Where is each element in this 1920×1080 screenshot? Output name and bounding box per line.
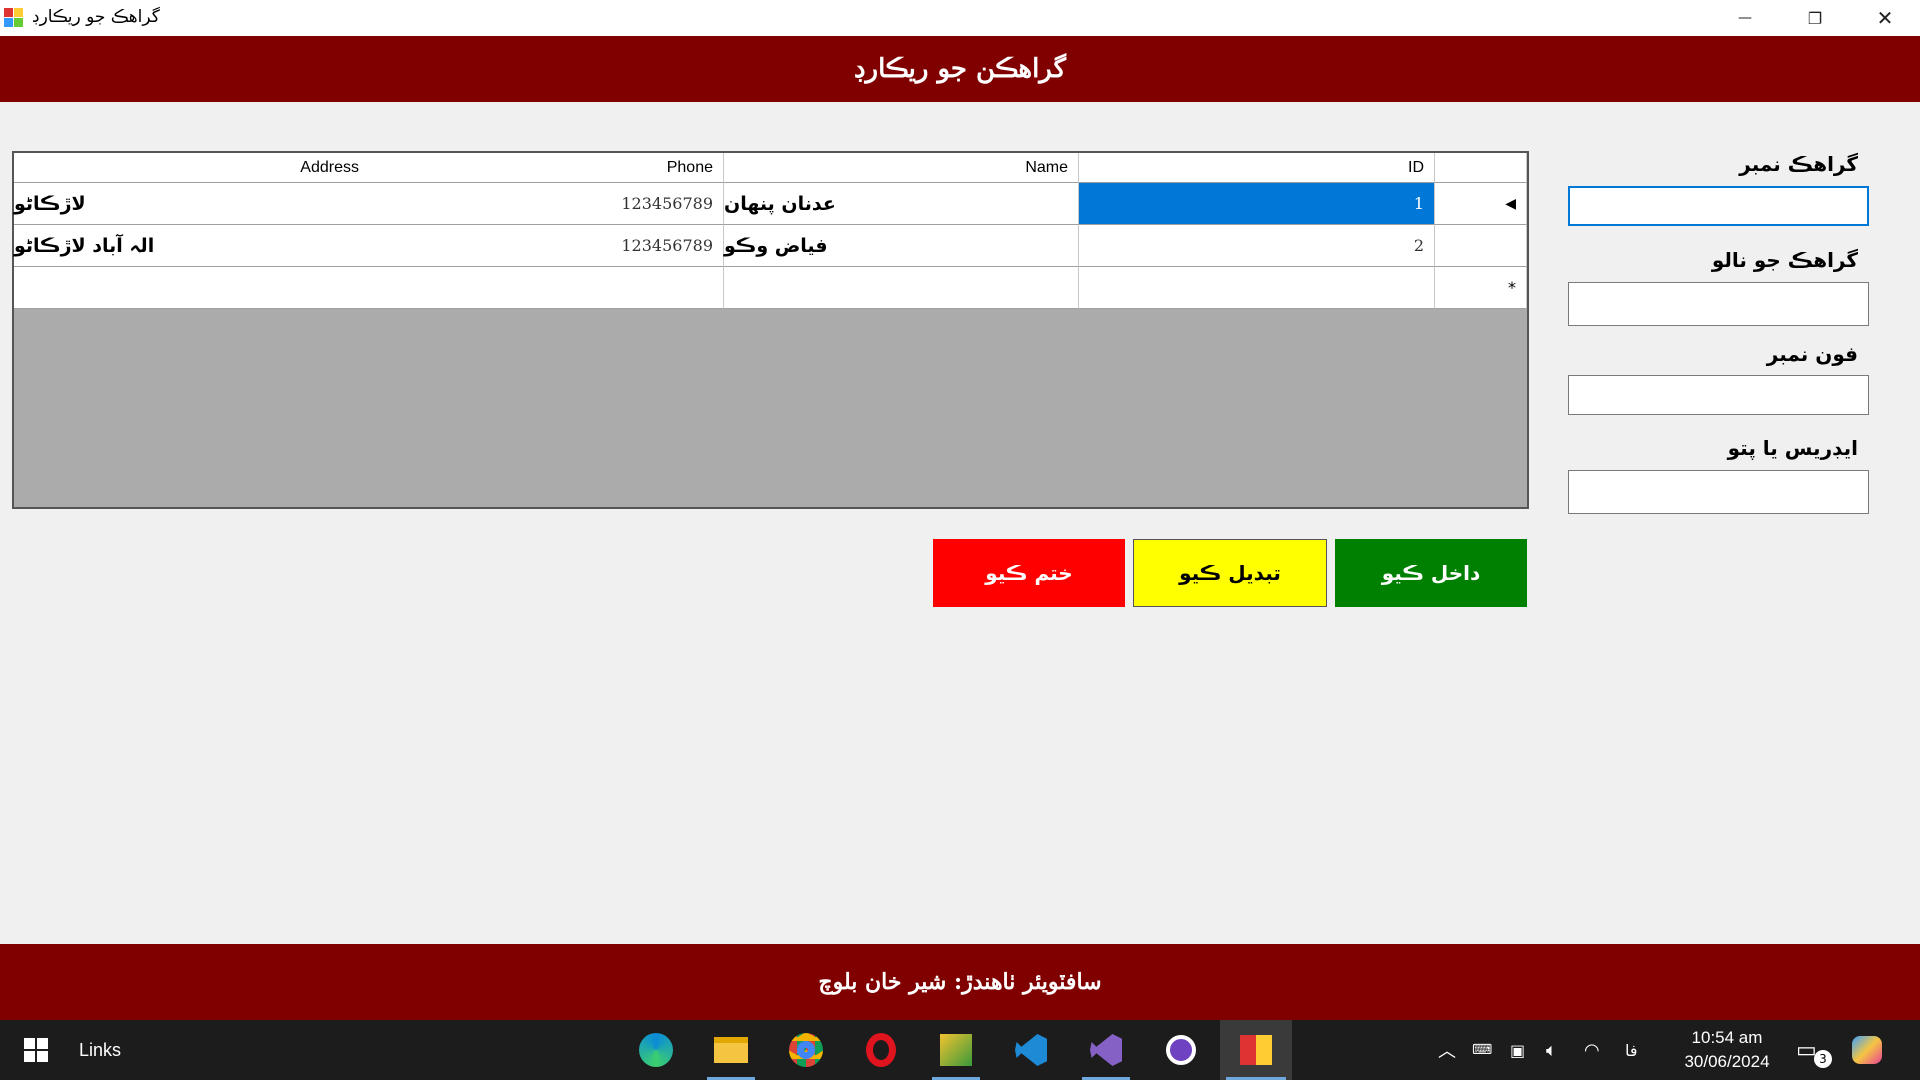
- header-banner: گراهڪن جو ريڪارڊ: [0, 36, 1920, 102]
- column-header-name[interactable]: Name: [724, 153, 1079, 183]
- file-explorer-button[interactable]: [701, 1020, 761, 1080]
- delete-button[interactable]: ختم ڪيو: [933, 539, 1125, 607]
- address-label: ايڊريس يا پتو: [1727, 436, 1858, 460]
- row-header[interactable]: ◀: [1435, 183, 1527, 225]
- visual-studio-button[interactable]: [1076, 1020, 1136, 1080]
- camera-icon: ▣: [1510, 1040, 1526, 1060]
- phone-field[interactable]: [1568, 375, 1869, 415]
- row-header[interactable]: *: [1435, 267, 1527, 309]
- cell-name[interactable]: عدنان پنهان: [724, 183, 1079, 225]
- show-hidden-icons[interactable]: ︿: [1438, 1020, 1464, 1080]
- table-row[interactable]: ◀ 1 عدنان پنهان 123456789 لاڙڪاڻو: [14, 183, 1527, 225]
- customer-number-label: گراهڪ نمبر: [1739, 152, 1858, 176]
- cell-address[interactable]: لاڙڪاڻو: [14, 183, 369, 225]
- customer-name-field[interactable]: [1568, 282, 1869, 326]
- language-indicator[interactable]: فا: [1625, 1020, 1655, 1080]
- minimize-icon: —: [1738, 10, 1752, 26]
- current-row-indicator-icon: ◀: [1505, 195, 1516, 212]
- cell-phone[interactable]: 123456789: [369, 183, 724, 225]
- speaker-icon: 🔈︎: [1546, 1039, 1557, 1061]
- opera-button[interactable]: [851, 1020, 911, 1080]
- github-desktop-button[interactable]: [1151, 1020, 1211, 1080]
- notification-count: 3: [1814, 1050, 1832, 1068]
- footer-credit: سافٽويئر ٺاهندڙ: شير خان بلوچ: [818, 969, 1102, 995]
- table-row[interactable]: 2 فياض وڪو 123456789 الہ آباد لاڙڪاڻو: [14, 225, 1527, 267]
- keyboard-icon: ⌨: [1472, 1042, 1493, 1058]
- cell-id[interactable]: [1079, 267, 1435, 309]
- clock-time: 10:54 am: [1691, 1028, 1763, 1047]
- minimize-button[interactable]: —: [1710, 0, 1780, 36]
- cell-id[interactable]: 2: [1079, 225, 1435, 267]
- app-icon: [4, 8, 24, 28]
- file-explorer-icon: [714, 1037, 748, 1063]
- customer-number-field[interactable]: [1568, 186, 1869, 226]
- notifications-button[interactable]: ▭ 3: [1796, 1020, 1836, 1080]
- meet-now[interactable]: ▣: [1510, 1020, 1536, 1080]
- sql-icon: [940, 1034, 972, 1066]
- copilot-button[interactable]: [1852, 1020, 1892, 1080]
- cell-phone[interactable]: 123456789: [369, 225, 724, 267]
- grid-header-row: ID Name Phone Address: [14, 153, 1527, 183]
- wifi-icon: ◠: [1584, 1039, 1600, 1061]
- footer-banner: سافٽويئر ٺاهندڙ: شير خان بلوچ: [0, 944, 1920, 1020]
- cell-id[interactable]: 1: [1079, 183, 1435, 225]
- window-title: گراهڪ جو ريڪارڊ: [32, 7, 160, 27]
- update-button[interactable]: تبديل ڪيو: [1133, 539, 1327, 607]
- new-row[interactable]: *: [14, 267, 1527, 309]
- cell-phone[interactable]: [369, 267, 724, 309]
- sql-button[interactable]: [926, 1020, 986, 1080]
- network[interactable]: ◠: [1584, 1020, 1610, 1080]
- insert-button[interactable]: داخل ڪيو: [1335, 539, 1527, 607]
- app-icon: [1240, 1035, 1272, 1065]
- page-title: گراهڪن جو ريڪارڊ: [853, 54, 1067, 84]
- links-toolbar[interactable]: Links: [70, 1020, 130, 1080]
- taskbar: Links ︿ ⌨ ▣ 🔈︎ ◠ فا 10:54 am 30/06/2024 …: [0, 1020, 1920, 1080]
- restore-icon: ❐: [1807, 8, 1823, 28]
- chrome-button[interactable]: [776, 1020, 836, 1080]
- column-header-address[interactable]: Address: [14, 153, 369, 183]
- address-field[interactable]: [1568, 470, 1869, 514]
- copilot-icon: [1852, 1036, 1882, 1064]
- close-button[interactable]: ✕: [1850, 0, 1920, 36]
- cell-name[interactable]: فياض وڪو: [724, 225, 1079, 267]
- visual-studio-icon: [1090, 1034, 1122, 1066]
- cell-address[interactable]: [14, 267, 369, 309]
- start-button[interactable]: [16, 1020, 56, 1080]
- close-icon: ✕: [1876, 6, 1894, 30]
- row-header[interactable]: [1435, 225, 1527, 267]
- column-header-id[interactable]: ID: [1079, 153, 1435, 183]
- edge-button[interactable]: [626, 1020, 686, 1080]
- clock-date: 30/06/2024: [1684, 1052, 1770, 1071]
- app-window: گراهڪ جو ريڪارڊ — ❐ ✕ گراهڪن جو ريڪارڊ I…: [0, 0, 1920, 1020]
- customer-grid[interactable]: ID Name Phone Address ◀ 1 عدنان پنهان 12…: [12, 151, 1529, 509]
- opera-icon: [866, 1033, 896, 1067]
- volume[interactable]: 🔈︎: [1546, 1020, 1572, 1080]
- vscode-button[interactable]: [1001, 1020, 1061, 1080]
- cell-address[interactable]: الہ آباد لاڙڪاڻو: [14, 225, 369, 267]
- column-header-phone[interactable]: Phone: [369, 153, 724, 183]
- chrome-icon: [789, 1033, 823, 1067]
- windows-icon: [24, 1038, 48, 1062]
- grid-corner[interactable]: [1435, 153, 1527, 183]
- cell-name[interactable]: [724, 267, 1079, 309]
- restore-button[interactable]: ❐: [1780, 0, 1850, 36]
- vscode-icon: [1015, 1034, 1047, 1066]
- clock[interactable]: 10:54 am 30/06/2024: [1672, 1020, 1782, 1080]
- github-desktop-icon: [1166, 1035, 1196, 1065]
- edge-icon: [639, 1033, 673, 1067]
- new-row-icon: *: [1508, 278, 1516, 297]
- title-bar: گراهڪ جو ريڪارڊ — ❐ ✕: [0, 0, 1920, 36]
- customer-name-label: گراهڪ جو نالو: [1711, 248, 1858, 272]
- active-app-button[interactable]: [1220, 1020, 1292, 1080]
- input-indicator[interactable]: ⌨: [1472, 1020, 1498, 1080]
- phone-label: فون نمبر: [1766, 342, 1858, 366]
- chevron-up-icon: ︿: [1438, 1041, 1456, 1062]
